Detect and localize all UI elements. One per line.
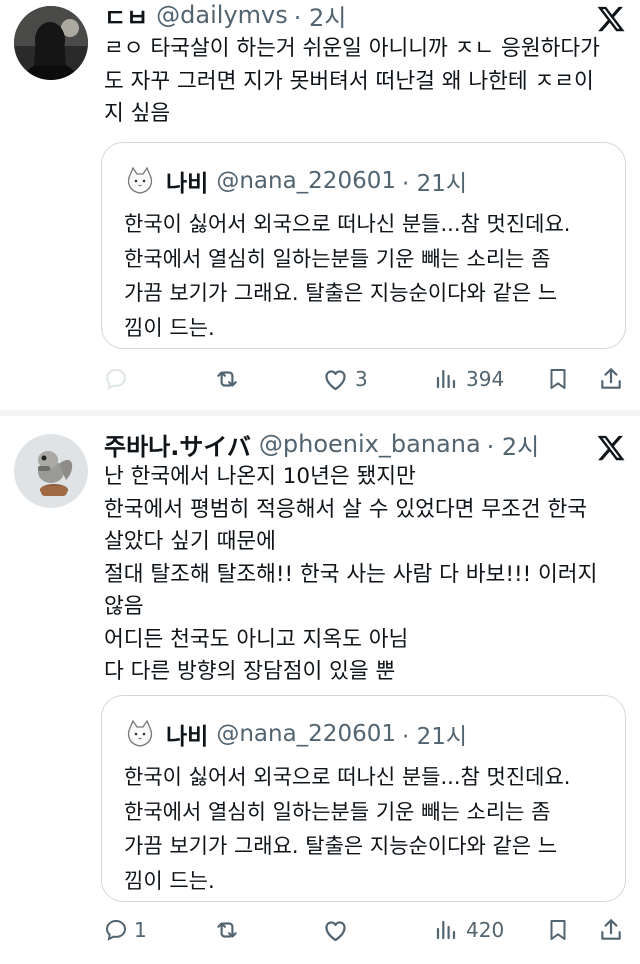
x-logo-icon bbox=[596, 4, 626, 34]
quoted-text-line: 한국에서 열심히 일하는분들 기운 빼는 소리는 좀 bbox=[124, 799, 551, 824]
post-time[interactable]: · 2시 bbox=[294, 0, 347, 33]
avatar[interactable] bbox=[14, 6, 88, 80]
bookmark-button[interactable] bbox=[546, 359, 570, 399]
views-bar-chart-icon bbox=[436, 920, 456, 940]
action-bar: 1 420 bbox=[0, 910, 640, 950]
post-text-line: ㄹㅇ 타국살이 하는거 쉬운일 아니니까 ㅈㄴ 응원하다가 bbox=[104, 36, 600, 61]
action-bar: 3 394 bbox=[0, 359, 640, 399]
share-icon bbox=[601, 368, 621, 389]
post-phoenix-banana[interactable]: 주바나.サイバ @phoenix_banana · 2시 난 한국에서 나온지 … bbox=[0, 416, 640, 964]
quoted-post[interactable]: 나비 @nana_220601 · 21시 한국이 싫어서 외국으로 떠나신 분… bbox=[101, 142, 626, 349]
share-icon bbox=[601, 919, 621, 940]
views-count: 394 bbox=[466, 367, 505, 391]
like-count: 3 bbox=[355, 367, 368, 391]
white-cat-avatar-icon bbox=[124, 718, 156, 750]
user-handle[interactable]: @phoenix_banana bbox=[259, 430, 481, 458]
quoted-text-line: 가끔 보기가 그래요. 탈출은 지능순이다와 같은 느 bbox=[124, 834, 558, 858]
views-count: 420 bbox=[466, 918, 505, 942]
reply-button[interactable] bbox=[104, 359, 134, 399]
quoted-post-header: 나비 @nana_220601 · 21시 bbox=[124, 165, 467, 197]
views-button[interactable]: 394 bbox=[434, 359, 504, 399]
heart-icon bbox=[325, 369, 346, 390]
post-text-line: 도 자꾸 그러면 지가 못버텨서 떠난걸 왜 나한테 ㅈㄹ이 bbox=[104, 68, 594, 94]
heart-icon bbox=[325, 920, 346, 941]
post-text-line: 지 싶음 bbox=[104, 101, 171, 126]
retweet-button[interactable] bbox=[214, 359, 246, 399]
x-logo-icon bbox=[596, 433, 626, 463]
quoted-post-text: 한국이 싫어서 외국으로 떠나신 분들...참 멋진데요. 한국에서 열심히 일… bbox=[124, 760, 570, 898]
post-text-line: 살았다 싶기 때문에 bbox=[104, 529, 276, 554]
post-header: 주바나.サイバ @phoenix_banana · 2시 bbox=[104, 427, 539, 461]
quoted-text-line: 한국이 싫어서 외국으로 떠나신 분들...참 멋진데요. bbox=[124, 212, 571, 236]
like-button[interactable]: 3 bbox=[322, 359, 368, 399]
quoted-user-handle[interactable]: @nana_220601 bbox=[216, 168, 396, 194]
post-text-line: 다 다른 방향의 장담점이 있을 뿐 bbox=[104, 659, 396, 684]
post-text-line: 난 한국에서 나온지 10년은 됐지만 bbox=[104, 464, 416, 489]
user-handle[interactable]: @dailymvs bbox=[156, 1, 288, 29]
quoted-text-line: 한국에서 열심히 일하는분들 기운 빼는 소리는 좀 bbox=[124, 246, 551, 271]
white-cat-avatar-icon bbox=[124, 165, 156, 197]
retweet-button[interactable] bbox=[214, 910, 246, 950]
post-text-line: 않음 bbox=[104, 594, 144, 619]
bookmark-button[interactable] bbox=[546, 910, 570, 950]
reply-bubble-icon bbox=[105, 368, 127, 390]
post-time[interactable]: · 2시 bbox=[487, 427, 540, 462]
retweet-icon bbox=[217, 922, 237, 938]
display-name[interactable]: 주바나.サイバ bbox=[104, 427, 251, 462]
quoted-post-text: 한국이 싫어서 외국으로 떠나신 분들...참 멋진데요. 한국에서 열심히 일… bbox=[124, 207, 570, 345]
post-header: ㄷㅂ @dailymvs · 2시 bbox=[104, 0, 346, 32]
quoted-post-time[interactable]: · 21시 bbox=[402, 164, 467, 198]
bookmark-icon bbox=[550, 920, 566, 940]
post-dailymvs[interactable]: ㄷㅂ @dailymvs · 2시 ㄹㅇ 타국살이 하는거 쉬운일 아니니까 ㅈ… bbox=[0, 0, 640, 410]
bookmark-icon bbox=[550, 369, 566, 389]
share-button[interactable] bbox=[598, 910, 624, 950]
views-bar-chart-icon bbox=[436, 369, 456, 389]
quoted-post[interactable]: 나비 @nana_220601 · 21시 한국이 싫어서 외국으로 떠나신 분… bbox=[101, 695, 626, 902]
quoted-display-name[interactable]: 나비 bbox=[166, 164, 208, 198]
views-button[interactable]: 420 bbox=[434, 910, 504, 950]
avatar[interactable] bbox=[14, 434, 88, 508]
like-button[interactable] bbox=[322, 910, 355, 950]
quoted-post-header: 나비 @nana_220601 · 21시 bbox=[124, 718, 467, 750]
display-name[interactable]: ㄷㅂ bbox=[104, 0, 148, 33]
quoted-text-line: 낌이 드는. bbox=[124, 315, 215, 340]
post-text: 난 한국에서 나온지 10년은 됐지만 한국에서 평범히 적응해서 살 수 있었… bbox=[104, 461, 597, 689]
reply-count: 1 bbox=[134, 918, 147, 942]
post-text-line: 한국에서 평범히 적응해서 살 수 있었다면 무조건 한국 bbox=[104, 496, 588, 522]
quoted-display-name[interactable]: 나비 bbox=[166, 717, 208, 751]
post-text-line: 절대 탈조해 탈조해!! 한국 사는 사람 다 바보!!! 이러지 bbox=[104, 561, 598, 587]
share-button[interactable] bbox=[598, 359, 624, 399]
reply-bubble-icon bbox=[105, 919, 127, 941]
quoted-post-time[interactable]: · 21시 bbox=[402, 717, 467, 751]
quoted-text-line: 한국이 싫어서 외국으로 떠나신 분들...참 멋진데요. bbox=[124, 765, 571, 789]
retweet-icon bbox=[217, 371, 237, 387]
reply-button[interactable]: 1 bbox=[104, 910, 147, 950]
post-text-line: 어디든 천국도 아니고 지옥도 아님 bbox=[104, 626, 409, 652]
quoted-user-handle[interactable]: @nana_220601 bbox=[216, 721, 396, 747]
quoted-text-line: 가끔 보기가 그래요. 탈출은 지능순이다와 같은 느 bbox=[124, 281, 558, 305]
post-text: ㄹㅇ 타국살이 하는거 쉬운일 아니니까 ㅈㄴ 응원하다가 도 자꾸 그러면 지… bbox=[104, 33, 600, 131]
quoted-text-line: 낌이 드는. bbox=[124, 868, 215, 893]
